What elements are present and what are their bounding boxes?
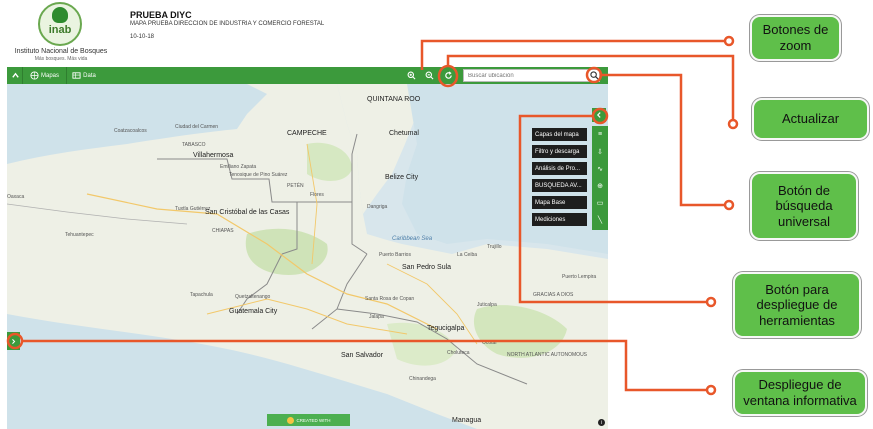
map-label-oaxaca: Oaxaca [7,194,25,200]
map-label-dangriga: Dangriga [367,204,388,210]
map-label-belize: Belize City [385,174,419,181]
chevron-right-icon [12,338,16,344]
zoom-out-icon [425,71,433,80]
collapse-toolbar-button[interactable] [9,67,23,84]
map-label-guatemala-city: Guatemala City [229,308,278,315]
map-label-gracias: GRACIAS A DIOS [533,292,574,298]
tool-mediciones[interactable]: Mediciones [532,213,587,226]
map-label-choluteca: Choluteca [447,350,470,356]
map-label-campeche: CAMPECHE [287,130,327,137]
map-label-santa-rosa: Santa Rosa de Copan [365,296,415,302]
map-label-ciudad-carmen: Ciudad del Carmen [175,124,219,130]
mapas-button[interactable]: Mapas [23,67,67,84]
map-label-quetzaltenango: Quetzaltenango [235,294,271,300]
tool-analisis[interactable]: Análisis de Pro... [532,162,587,175]
globe-icon [30,71,39,80]
tool-filtro-descarga[interactable]: Filtro y descarga [532,145,587,158]
map-label-villahermosa: Villahermosa [193,152,234,159]
map-label-jalapa: Jalapa [369,314,384,320]
map-label-tehuantepec: Tehuantepec [65,232,94,238]
zoom-in-button[interactable] [402,67,420,84]
map-date: 10-10-18 [130,34,155,40]
map-label-tenosique: Tenosique de Pino Suárez [229,172,288,178]
map-label-chiapas: CHIAPAS [212,228,234,234]
map-subtitle: MAPA PRUEBA DIRECCION DE INDUSTRIA Y COM… [130,21,325,27]
tool-mapa-base[interactable]: Mapa Base [532,196,587,209]
tree-icon [52,7,68,23]
analysis-icon[interactable]: ∿ [592,160,608,177]
search-icon [589,71,599,80]
callout-universal-search: Botón de búsqueda universal [750,172,858,240]
map-label-managua: Managua [452,417,482,424]
callout-tools-toggle: Botón para despliegue de herramientas [733,272,861,338]
org-name: Instituto Nacional de Bosques [14,48,108,55]
zoom-in-icon [407,71,415,80]
layers-icon[interactable]: ≡ [592,126,608,143]
map-label-trujillo: Trujillo [487,244,502,250]
refresh-button[interactable] [438,67,458,84]
map-label-san-salvador: San Salvador [341,352,384,359]
map-label-puerto-barrios: Puerto Barrios [379,252,411,258]
map-label-north-atlantic: NORTH ATLANTIC AUTONOMOUS [507,352,588,358]
map-label-tegucigalpa: Tegucigalpa [427,325,465,332]
data-label: Data [83,72,96,79]
filter-download-icon[interactable]: ⇩ [592,143,608,160]
tool-busqueda-avanzada[interactable]: BUSQUEDA AV... [532,179,587,192]
map-label-emiliano: Emiliano Zapata [220,164,257,170]
map-title: PRUEBA DIYC [130,10,192,20]
callout-info-panel: Despliegue de ventana informativa [733,370,867,416]
map-label-peten: PETÉN [287,183,304,189]
map-label-tabasco: TABASCO [182,142,206,148]
map-label-coatzacoalcos: Coatzacoalcos [114,128,147,134]
map-label-flores: Flores [310,192,324,198]
map-label-quintana-roo: QUINTANA ROO [367,96,421,103]
callout-refresh: Actualizar [752,98,869,140]
tools-toggle-button[interactable] [592,108,606,122]
tool-capas-del-mapa[interactable]: Capas del mapa [532,128,587,141]
map-label-caribbean: Caribbean Sea [392,236,433,242]
map-label-la-ceiba: La Ceiba [457,252,478,258]
table-icon [72,72,81,79]
callout-zoom-buttons: Botones de zoom [750,15,841,61]
map-label-ocotal: Ocotal [482,340,497,346]
map-label-puerto-lempira: Puerto Lempira [562,274,597,280]
inab-logo: inab Instituto Nacional de Bosques Más b… [6,2,116,64]
search-advanced-icon[interactable]: ⊕ [592,177,608,194]
map-label-chetumal: Chetumal [389,130,419,137]
map-label-san-cristobal: San Cristóbal de las Casas [205,209,290,216]
search-input[interactable] [468,71,578,81]
logo-word: inab [48,24,72,36]
map-label-tapachula: Tapachula [190,292,213,298]
screenshot: { "org": {"logo_word": "inab", "name": "… [0,0,873,429]
brand-icon [286,416,294,424]
org-tagline: Más bosques. Más vida [34,56,88,62]
measure-icon[interactable]: ╲ [592,211,608,228]
created-with-text: CREATED WITH [296,417,331,423]
map-label-san-pedro-sula: San Pedro Sula [402,264,452,271]
basemap-icon[interactable]: ▭ [592,194,608,211]
tools-icon-strip: ≡ ⇩ ∿ ⊕ ▭ ╲ [592,126,608,230]
attribution-button[interactable]: i [598,419,605,426]
location-search [463,69,600,82]
info-panel-toggle[interactable] [7,332,20,350]
data-button[interactable]: Data [67,67,101,84]
search-button[interactable] [588,69,600,82]
zoom-out-button[interactable] [420,67,438,84]
map-label-juticalpa: Juticalpa [477,302,497,308]
mapas-label: Mapas [40,72,59,79]
chevron-up-icon [12,72,19,78]
created-with-badge[interactable]: CREATED WITH [267,414,350,426]
map-label-chinandega: Chinandega [409,376,436,382]
map-canvas[interactable]: QUINTANA ROO CAMPECHE TABASCO Villahermo… [7,84,608,429]
refresh-icon [444,71,452,79]
chevron-left-icon [596,112,601,118]
